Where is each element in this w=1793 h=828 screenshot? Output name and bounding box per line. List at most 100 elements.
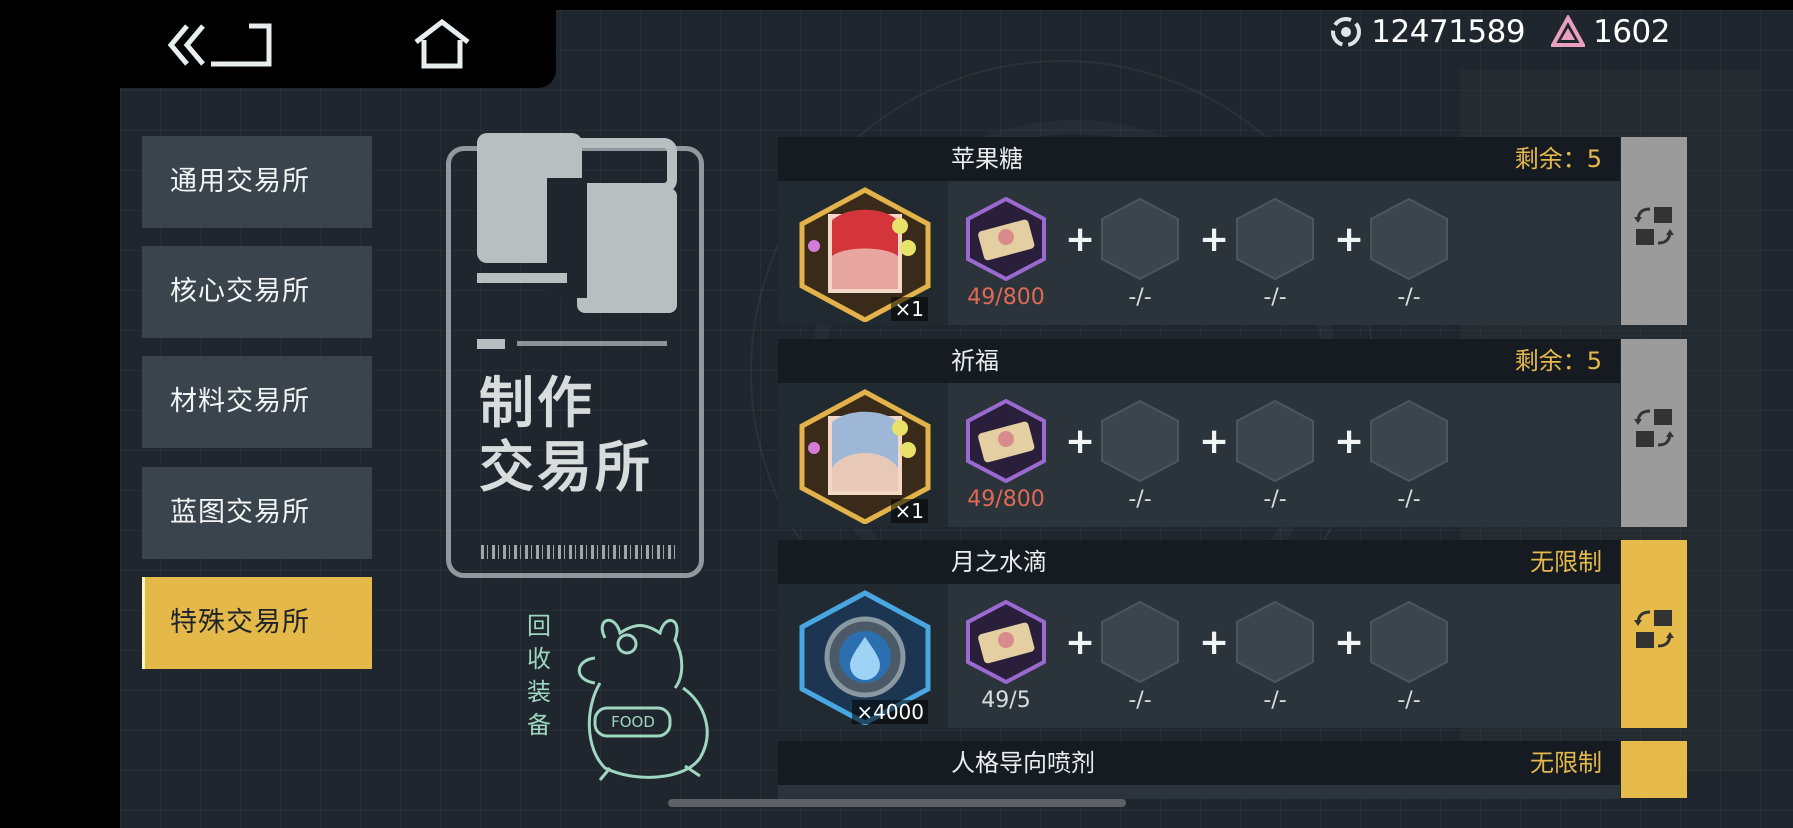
top-nav-bar [0, 0, 556, 88]
mascot-food-label: FOOD [611, 713, 655, 731]
recycle-equipment-label[interactable]: 回收装备 [524, 610, 554, 742]
ingredient-count: -/- [1397, 688, 1421, 713]
plus-sign: + [1065, 622, 1096, 663]
recipe-limit: 无限制 [1530, 749, 1602, 777]
shop-title: 制作 交易所 [479, 371, 653, 499]
ingredient-count: -/- [1263, 285, 1287, 310]
credit-amount: 12471589 [1371, 14, 1526, 50]
recipe-result-slot[interactable]: ×1 [778, 383, 948, 527]
ingredient-count: -/- [1397, 285, 1421, 310]
plus-sign: + [1199, 219, 1230, 260]
exchange-arrows-icon [1634, 207, 1674, 245]
plus-sign: + [1065, 219, 1096, 260]
shop-title-line2: 交易所 [479, 435, 654, 499]
ingredient-slot-empty: -/- [1361, 181, 1457, 325]
shop-title-line1: 制作 [479, 371, 596, 435]
currency-bar: 12471589 1602 [1329, 10, 1688, 54]
empty-hex-slot-icon [1236, 399, 1314, 483]
ingredient-slot-empty: -/- [1361, 584, 1457, 728]
credit-coin-icon [1331, 17, 1362, 47]
recipe-header-3: 月之水滴 无限制 [778, 540, 1620, 584]
ingredient-slot-empty: -/- [1092, 383, 1188, 527]
exchange-button-1[interactable] [1621, 137, 1687, 325]
ticket-ingredient-icon [966, 197, 1046, 281]
tab-core-exchange[interactable]: 核心交易所 [142, 246, 372, 338]
ingredient-count: -/- [1397, 487, 1421, 512]
back-button[interactable] [165, 22, 275, 68]
recipe-limit: 无限制 [1530, 548, 1602, 576]
plus-sign: + [1199, 421, 1230, 462]
recipe-row-4 [778, 785, 1620, 799]
shop-title-card: 制作 交易所 [446, 133, 704, 578]
recipe-name: 人格导向喷剂 [951, 749, 1095, 777]
double-chevron-back-icon [167, 23, 272, 67]
tab-general-exchange[interactable]: 通用交易所 [142, 136, 372, 228]
recipe-name: 祈福 [951, 347, 999, 375]
recipe-limit: 剩余：5 [1514, 347, 1602, 375]
ingredient-slot[interactable]: 49/800 [958, 181, 1054, 325]
tab-label: 特殊交易所 [170, 607, 310, 638]
recipe-row-3: ×4000 49/5 + -/- + -/- + -/- [778, 584, 1620, 728]
ingredient-count: -/- [1263, 688, 1287, 713]
ingredient-count: -/- [1128, 285, 1152, 310]
tab-label: 材料交易所 [170, 386, 310, 417]
horizontal-scrollbar[interactable] [668, 799, 1126, 807]
empty-hex-slot-icon [1370, 399, 1448, 483]
plus-sign: + [1334, 622, 1365, 663]
recipe-header-2: 祈福 剩余：5 [778, 339, 1620, 383]
mascot-recycle-icon[interactable]: FOOD [565, 608, 725, 783]
ingredient-slot-empty: -/- [1227, 383, 1323, 527]
ingredient-slot[interactable]: 49/800 [958, 383, 1054, 527]
card-divider [477, 339, 667, 349]
empty-hex-slot-icon [1101, 399, 1179, 483]
recipe-header-4: 人格导向喷剂 无限制 [778, 741, 1620, 785]
recipe-name: 苹果糖 [951, 145, 1023, 173]
tab-special-exchange[interactable]: 特殊交易所 [142, 577, 372, 669]
empty-hex-slot-icon [1101, 600, 1179, 684]
home-button[interactable] [412, 18, 472, 70]
ingredient-slot-empty: -/- [1092, 584, 1188, 728]
empty-hex-slot-icon [1236, 197, 1314, 281]
empty-hex-slot-icon [1370, 197, 1448, 281]
result-quantity: ×4000 [852, 700, 928, 724]
crafting-shop-logo-icon [477, 133, 677, 313]
exchange-arrows-icon [1634, 409, 1674, 447]
exchange-button-3[interactable] [1621, 540, 1687, 728]
ingredient-slot[interactable]: 49/5 [958, 584, 1054, 728]
ingredient-count: -/- [1128, 688, 1152, 713]
plus-sign: + [1334, 421, 1365, 462]
exchange-button-4[interactable] [1621, 741, 1687, 798]
empty-hex-slot-icon [1101, 197, 1179, 281]
recipe-result-slot[interactable]: ×4000 [778, 584, 948, 728]
tab-label: 通用交易所 [170, 166, 310, 197]
barcode-decoration [481, 545, 675, 559]
gem-amount: 1602 [1593, 14, 1670, 50]
ingredient-count: -/- [1263, 487, 1287, 512]
gem-triangle-icon [1551, 15, 1586, 47]
ingredient-count: 49/800 [967, 487, 1045, 512]
recipe-name: 月之水滴 [951, 548, 1047, 576]
tab-label: 蓝图交易所 [170, 497, 310, 528]
ingredient-slot-empty: -/- [1092, 181, 1188, 325]
empty-hex-slot-icon [1236, 600, 1314, 684]
ingredient-slot-empty: -/- [1227, 584, 1323, 728]
ingredient-count: -/- [1128, 487, 1152, 512]
ingredient-slot-empty: -/- [1361, 383, 1457, 527]
plus-sign: + [1199, 622, 1230, 663]
result-quantity: ×1 [890, 499, 928, 523]
tab-blueprint-exchange[interactable]: 蓝图交易所 [142, 467, 372, 559]
exchange-arrows-icon [1634, 610, 1674, 648]
ingredient-count: 49/800 [967, 285, 1045, 310]
recipe-header-1: 苹果糖 剩余：5 [778, 137, 1620, 181]
result-quantity: ×1 [890, 297, 928, 321]
empty-hex-slot-icon [1370, 600, 1448, 684]
ticket-ingredient-icon [966, 399, 1046, 483]
recipe-limit: 剩余：5 [1514, 145, 1602, 173]
recipe-row-2: ×1 49/800 + -/- + -/- + -/- [778, 383, 1620, 527]
exchange-button-2[interactable] [1621, 339, 1687, 527]
ingredient-slot-empty: -/- [1227, 181, 1323, 325]
plus-sign: + [1334, 219, 1365, 260]
tab-label: 核心交易所 [170, 276, 310, 307]
tab-material-exchange[interactable]: 材料交易所 [142, 356, 372, 448]
recipe-result-slot[interactable]: ×1 [778, 181, 948, 325]
